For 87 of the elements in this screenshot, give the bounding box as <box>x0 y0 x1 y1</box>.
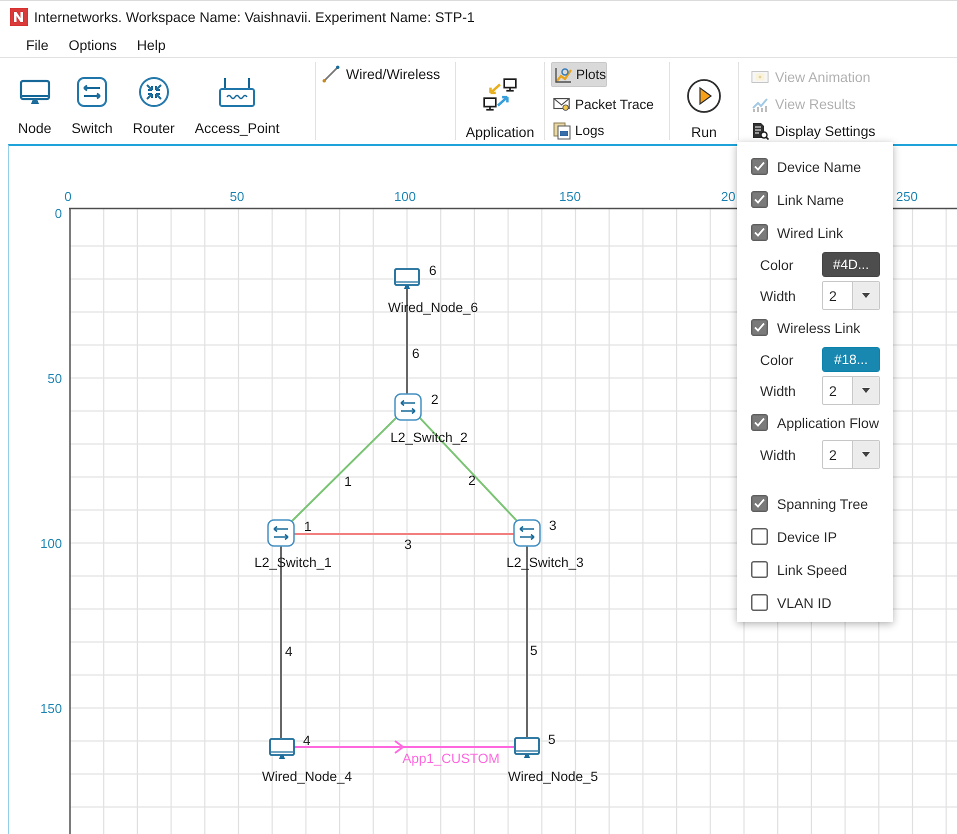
link-label: 4 <box>285 644 293 659</box>
view-tool[interactable]: Display Settings <box>751 121 876 140</box>
device-tool[interactable]: Router <box>124 60 183 140</box>
caret-icon <box>862 452 870 457</box>
switch-icon[interactable] <box>394 393 422 421</box>
menu-item[interactable]: File <box>16 37 59 53</box>
analysis-tool[interactable]: Plots <box>551 62 607 88</box>
device-number: 5 <box>548 732 556 747</box>
computer-icon[interactable] <box>514 737 540 758</box>
x-tick-label: 250 <box>896 189 918 204</box>
checkbox[interactable] <box>751 594 768 611</box>
menu-item[interactable]: Help <box>126 37 176 53</box>
device-number: 3 <box>549 518 557 533</box>
y-tick-label: 150 <box>40 701 62 716</box>
checkbox[interactable] <box>751 191 768 208</box>
link-label: 6 <box>412 346 420 361</box>
caret-icon <box>862 293 870 298</box>
device-number: 6 <box>429 263 437 278</box>
option-label: Width <box>760 446 797 462</box>
menu-item[interactable]: Options <box>58 37 127 53</box>
device-tool[interactable]: Node <box>10 60 60 140</box>
checkbox[interactable] <box>751 158 768 175</box>
router-icon <box>138 76 170 108</box>
y-tick-label: 0 <box>54 206 62 221</box>
option-label: Wireless Link <box>777 320 860 336</box>
device-tool[interactable]: Switch <box>63 60 121 140</box>
color-picker[interactable]: #4D... <box>822 252 880 277</box>
option-label: VLAN ID <box>777 594 832 610</box>
option-label: Spanning Tree <box>777 496 868 512</box>
option-label: Link Name <box>777 192 844 208</box>
option-label: Link Speed <box>777 562 848 578</box>
device-name: Wired_Node_4 <box>262 769 352 784</box>
app-logo-icon <box>10 8 28 26</box>
option-label: Device IP <box>777 528 837 544</box>
play-icon <box>686 78 722 114</box>
width-dropdown[interactable]: 2 <box>822 376 880 405</box>
document-search-icon <box>751 122 769 140</box>
link-label: 3 <box>404 537 412 552</box>
x-tick-label: 100 <box>394 189 416 204</box>
option-label: Color <box>760 352 794 368</box>
y-tick-label: 100 <box>40 536 62 551</box>
option-label: Wired Link <box>777 224 844 240</box>
application-flow-label: App1_CUSTOM <box>402 751 500 766</box>
device-name: Wired_Node_5 <box>508 769 598 784</box>
link-label: 1 <box>344 474 352 489</box>
checkbox[interactable] <box>751 319 768 336</box>
window-title: Internetworks. Workspace Name: Vaishnavii. Experiment Name: STP-1 <box>34 9 475 25</box>
x-tick-label: 50 <box>230 189 244 204</box>
analysis-tool[interactable]: Packet Trace <box>551 95 659 114</box>
x-tick-label: 150 <box>559 189 581 204</box>
y-tick-label: 50 <box>48 371 62 386</box>
x-tick-label: 20 <box>721 189 736 204</box>
link-label: 5 <box>530 643 538 658</box>
checkbox[interactable] <box>751 495 768 512</box>
device-number: 1 <box>304 519 312 534</box>
chart-icon <box>554 66 572 84</box>
option-label: Device Name <box>777 158 862 174</box>
documents-icon <box>553 122 571 140</box>
width-dropdown[interactable]: 2 <box>822 281 880 310</box>
cable-icon <box>322 65 340 83</box>
color-picker[interactable]: #18... <box>822 347 880 372</box>
device-number: 2 <box>431 392 439 407</box>
link-label: 2 <box>468 473 476 488</box>
option-label: Width <box>760 382 797 398</box>
wired-wireless-tool[interactable]: Wired/Wireless <box>322 64 440 84</box>
device-tool[interactable]: Access_Point <box>186 60 288 140</box>
application-tool[interactable]: Application <box>458 62 542 142</box>
device-number: 4 <box>303 733 311 748</box>
option-label: Color <box>760 256 794 272</box>
envelope-icon <box>553 95 571 114</box>
computer-icon[interactable] <box>269 738 295 759</box>
caret-icon <box>862 388 870 393</box>
access-point-icon <box>217 76 258 108</box>
computer-icon[interactable] <box>394 268 420 289</box>
checkbox[interactable] <box>751 528 768 545</box>
option-label: Application Flow <box>777 414 879 430</box>
checkbox[interactable] <box>751 561 768 578</box>
checkbox[interactable] <box>751 414 768 431</box>
switch-icon <box>76 76 108 108</box>
switch-icon[interactable] <box>267 519 295 547</box>
run-button[interactable]: Run <box>678 62 730 142</box>
analysis-tool[interactable]: Logs <box>551 122 659 140</box>
switch-icon[interactable] <box>513 519 541 547</box>
checkbox[interactable] <box>751 224 768 241</box>
option-label: Width <box>760 288 797 304</box>
width-dropdown[interactable]: 2 <box>822 440 880 469</box>
x-tick-label: 0 <box>64 189 72 204</box>
